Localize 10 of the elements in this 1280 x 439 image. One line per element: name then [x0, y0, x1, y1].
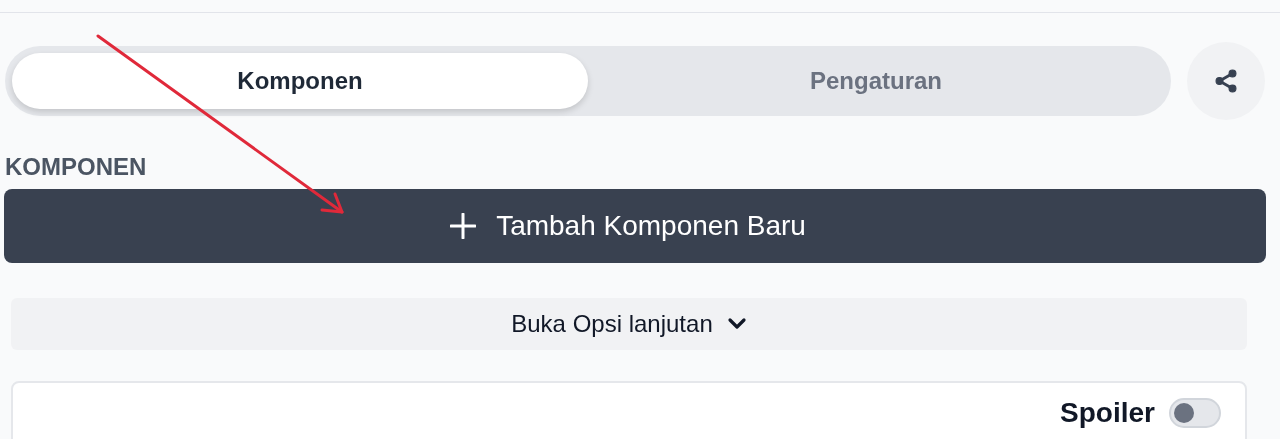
spoiler-label: Spoiler — [1060, 397, 1155, 429]
advanced-options-button[interactable]: Buka Opsi lanjutan — [11, 298, 1247, 350]
spoiler-toggle[interactable] — [1169, 398, 1221, 428]
add-component-button[interactable]: Tambah Komponen Baru — [4, 189, 1266, 263]
chevron-icon — [726, 317, 747, 331]
plus-icon — [450, 213, 477, 239]
section-title: KOMPONEN — [5, 152, 148, 182]
share-icon — [1213, 68, 1239, 94]
tab[interactable]: Pengaturan — [588, 53, 1164, 109]
tab[interactable]: Komponen — [12, 53, 588, 109]
